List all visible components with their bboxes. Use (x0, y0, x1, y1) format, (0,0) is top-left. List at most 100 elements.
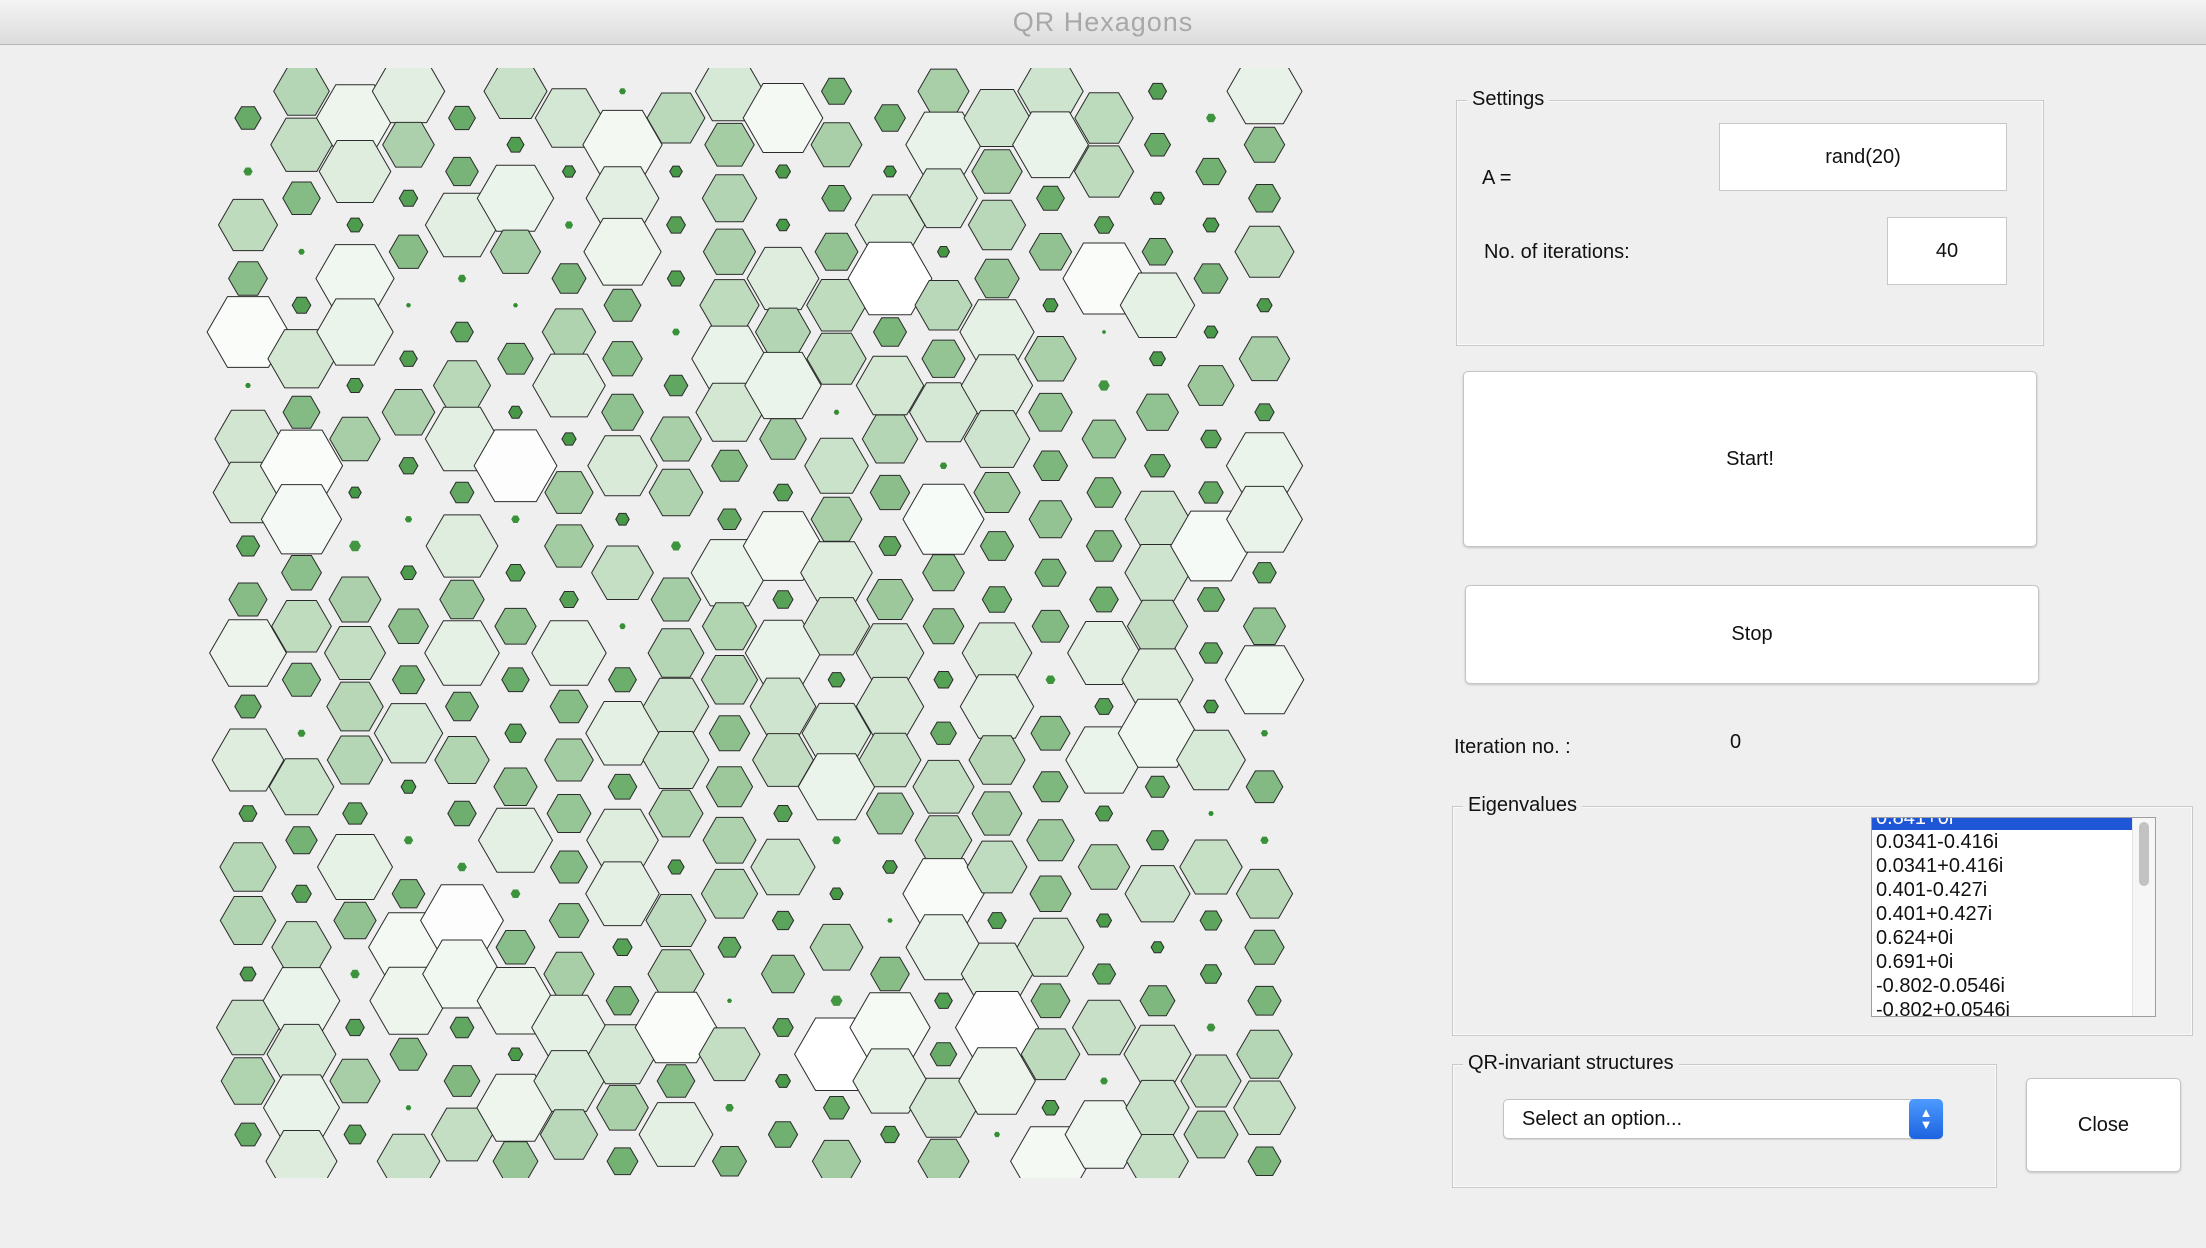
matrix-entry-hexagon (936, 246, 951, 258)
eigenvalue-item[interactable]: 0.691+0i (1872, 950, 2135, 974)
matrix-entry-hexagon (329, 416, 381, 462)
matrix-entry-hexagon (549, 850, 589, 884)
matrix-entry-hexagon (670, 541, 682, 551)
eigenvalues-listbox[interactable]: 0.841+0i 0.0341-0.416i 0.0341+0.416i 0.401… (1871, 817, 2156, 1017)
eigenvalues-scroll-thumb[interactable] (2139, 822, 2149, 886)
matrix-entry-hexagon (1254, 403, 1275, 422)
matrix-entry-hexagon (342, 802, 368, 825)
matrix-entry-hexagon (1235, 868, 1294, 919)
matrix-entry-hexagon (477, 807, 554, 873)
matrix-entry-hexagon (483, 68, 548, 119)
matrix-entry-hexagon (1031, 609, 1070, 643)
eigenvalue-item[interactable]: -0.802-0.0546i (1872, 974, 2135, 998)
matrix-entry-hexagon (933, 671, 954, 689)
matrix-entry-hexagon (1089, 586, 1119, 613)
matrix-entry-hexagon (922, 554, 965, 592)
matrix-entry-hexagon (619, 623, 626, 630)
matrix-entry-hexagon (1206, 1023, 1216, 1032)
matrix-entry-hexagon (1202, 217, 1220, 233)
matrix-entry-hexagon (506, 136, 525, 153)
matrix-entry-hexagon (271, 921, 332, 974)
matrix-entry-hexagon (775, 1074, 791, 1088)
start-button[interactable]: Start! (1463, 371, 2037, 547)
eigenvalue-item[interactable]: 0.401-0.427i (1872, 878, 2135, 902)
matrix-entry-hexagon (504, 723, 527, 743)
matrix-entry-hexagon (549, 689, 589, 724)
matrix-entry-hexagon (994, 1131, 1000, 1138)
matrix-entry-hexagon (727, 998, 732, 1003)
eigenvalue-item[interactable]: 0.0341+0.416i (1872, 854, 2135, 878)
matrix-entry-hexagon (1143, 133, 1172, 157)
matrix-entry-hexagon (376, 1133, 441, 1178)
matrix-entry-hexagon (510, 889, 521, 898)
matrix-entry-hexagon (647, 628, 705, 678)
matrix-entry-hexagon (612, 938, 633, 956)
matrix-entry-hexagon (708, 715, 751, 752)
window-titlebar: QR Hexagons (0, 0, 2206, 45)
matrix-entry-hexagon (1149, 351, 1166, 367)
matrix-entry-hexagon (398, 457, 419, 475)
matrix-entry-hexagon (656, 1064, 696, 1098)
matrix-entry-hexagon (1233, 1080, 1296, 1135)
a-label: A = (1482, 167, 1512, 189)
stop-button[interactable]: Stop (1465, 585, 2039, 684)
a-matrix-input[interactable] (1719, 123, 2007, 191)
matrix-entry-hexagon (345, 1018, 365, 1037)
matrix-entry-hexagon (767, 1121, 799, 1148)
eigenvalues-panel-title: Eigenvalues (1463, 794, 1582, 817)
matrix-entry-hexagon (754, 307, 812, 357)
matrix-entry-hexagon (1245, 770, 1284, 804)
matrix-entry-hexagon (1144, 775, 1171, 798)
eigenvalue-item[interactable]: 0.624+0i (1872, 926, 2135, 950)
matrix-entry-hexagon (869, 474, 911, 511)
matrix-entry-hexagon (650, 577, 702, 622)
matrix-entry-hexagon (400, 779, 417, 794)
matrix-entry-hexagon (967, 199, 1027, 251)
matrix-entry-hexagon (541, 308, 597, 356)
matrix-entry-hexagon (1179, 839, 1243, 895)
matrix-entry-hexagon (1126, 599, 1189, 653)
matrix-entry-hexagon (1208, 811, 1214, 816)
matrix-entry-hexagon (389, 1037, 428, 1071)
matrix-entry-hexagon (346, 217, 364, 233)
matrix-entry-hexagon (699, 279, 760, 332)
eigenvalues-scrollbar[interactable] (2132, 818, 2155, 1016)
matrix-entry-hexagon (234, 106, 262, 130)
matrix-entry-hexagon (1260, 836, 1269, 844)
matrix-entry-hexagon (1030, 715, 1071, 751)
matrix-entry-hexagon (391, 665, 426, 695)
matrix-entry-hexagon (1244, 929, 1285, 965)
matrix-entry-hexagon (511, 515, 520, 523)
matrix-entry-hexagon (1093, 216, 1115, 234)
matrix-entry-hexagon (591, 545, 654, 600)
matrix-entry-hexagon (323, 626, 387, 680)
eigenvalue-item[interactable]: 0.841+0i (1872, 818, 2135, 830)
matrix-entry-hexagon (1045, 675, 1056, 684)
eigenvalue-item[interactable]: -0.802+0.0546i (1872, 998, 2135, 1016)
matrix-entry-hexagon (822, 1096, 851, 1120)
matrix-entry-hexagon (645, 894, 707, 947)
close-button[interactable]: Close (2026, 1078, 2181, 1172)
matrix-entry-hexagon (404, 516, 413, 523)
matrix-entry-hexagon (666, 216, 686, 234)
matrix-entry-hexagon (544, 524, 594, 568)
matrix-entry-hexagon (650, 416, 702, 462)
matrix-entry-hexagon (228, 582, 268, 617)
matrix-entry-hexagon (717, 508, 742, 530)
matrix-entry-hexagon (543, 951, 595, 997)
iterations-input[interactable] (1887, 217, 2007, 285)
structures-select[interactable]: Select an option... ▲ ▼ (1503, 1099, 1943, 1139)
eigenvalue-item[interactable]: 0.401+0.427i (1872, 902, 2135, 926)
matrix-entry-hexagon (432, 360, 492, 411)
matrix-entry-hexagon (326, 681, 384, 732)
matrix-entry-hexagon (551, 263, 587, 294)
matrix-entry-hexagon (1198, 481, 1224, 504)
eigenvalue-item[interactable]: 0.0341-0.416i (1872, 830, 2135, 854)
matrix-entry-hexagon (672, 328, 680, 336)
matrix-entry-hexagon (1139, 985, 1176, 1017)
matrix-entry-hexagon (1195, 157, 1227, 186)
matrix-entry-hexagon (1247, 1146, 1282, 1176)
matrix-entry-hexagon (273, 68, 330, 116)
matrix-entry-hexagon (648, 789, 704, 838)
matrix-entry-hexagon (772, 483, 794, 502)
